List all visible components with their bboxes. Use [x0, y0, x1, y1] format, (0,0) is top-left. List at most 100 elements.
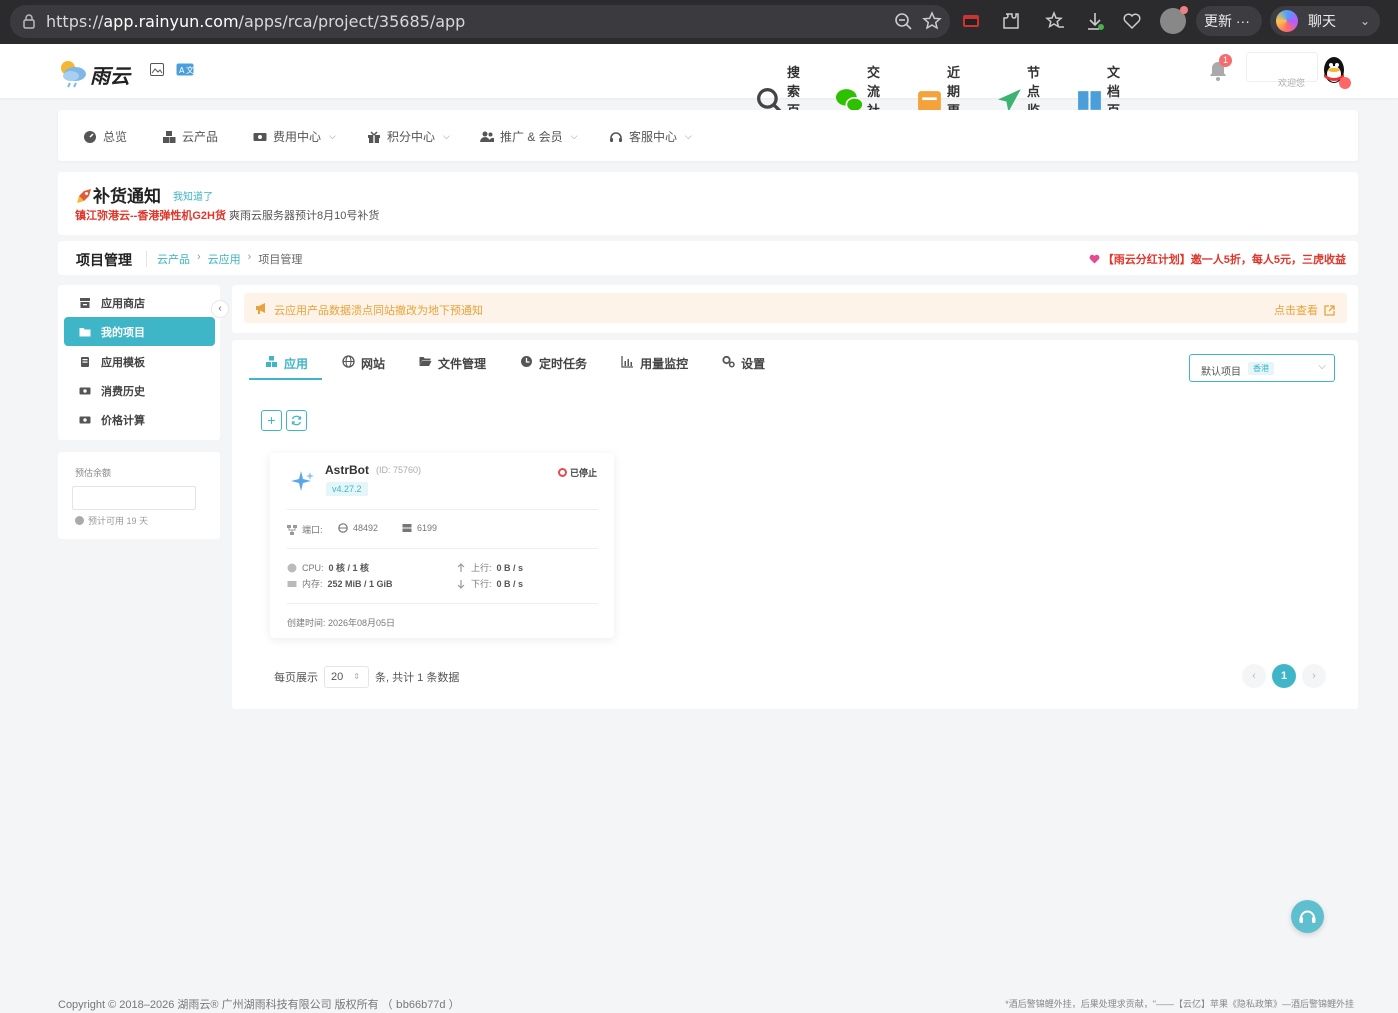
address-bar[interactable]: https://app.rainyun.com/apps/rca/project… — [10, 5, 950, 38]
menu-item-support[interactable]: 客服中心 ⌵ — [609, 128, 692, 145]
translate-icon[interactable]: A文 — [176, 63, 194, 76]
folder-open-icon — [419, 357, 432, 366]
tab-usage[interactable]: 用量监控 — [605, 350, 702, 380]
info-icon — [75, 516, 84, 525]
breadcrumb-cloud-apps[interactable]: 云应用 — [208, 251, 241, 267]
calculator-icon — [79, 416, 91, 423]
notice-text: 镇江弥港云--香港弹性机G2H货 爽雨云服务器预计8月10号补货 — [75, 210, 380, 222]
app-card[interactable]: AstrBot (ID: 75760) v4.27.2 已停止 端口: 4849… — [270, 453, 614, 638]
upload-speed: 上行: 0 B / s — [456, 561, 523, 574]
page-title: 项目管理 — [76, 252, 132, 268]
favorites-icon[interactable] — [1045, 11, 1065, 31]
sidebar-item-history[interactable]: 消费历史 — [64, 376, 215, 405]
tab-apps[interactable]: 应用 — [249, 350, 323, 380]
chevron-down-icon: ⌵ — [570, 131, 578, 141]
download-icon[interactable] — [1085, 11, 1105, 31]
network-icon — [287, 524, 297, 535]
lock-icon — [23, 14, 35, 29]
chevron-down-icon: ⌵ — [443, 131, 450, 141]
sidebar-item-price-calc[interactable]: 价格计算 — [64, 405, 215, 434]
users-icon — [480, 131, 494, 142]
zoom-icon[interactable] — [894, 12, 912, 30]
tab-settings[interactable]: 设置 — [706, 350, 779, 380]
menu-item-cloud-products[interactable]: 云产品 — [162, 128, 218, 145]
health-icon[interactable] — [1122, 11, 1142, 31]
promo-link[interactable]: 【雨云分红计划】邀一人5折，每人5元，三虎收益 — [1089, 251, 1346, 267]
weather-logo-icon — [61, 61, 86, 88]
sidebar-item-app-store[interactable]: 应用商店 — [64, 288, 215, 317]
puzzle-icon[interactable] — [1001, 11, 1021, 31]
logo-text: 雨云 — [90, 66, 130, 88]
tab-websites[interactable]: 网站 — [326, 350, 399, 380]
chat-button[interactable]: 聊天 ⌄ — [1270, 6, 1380, 36]
balance-label: 预估余额 — [75, 468, 112, 478]
tab-files[interactable]: 文件管理 — [403, 350, 500, 380]
breadcrumb-separator: › — [197, 251, 201, 263]
sidebar-item-my-projects[interactable]: 我的项目 — [64, 317, 215, 346]
welcome-text: 欢迎您 — [1278, 78, 1306, 88]
qq-avatar-icon[interactable] — [1320, 54, 1352, 90]
menu-item-overview[interactable]: 总览 — [83, 128, 127, 145]
refresh-button[interactable] — [286, 410, 307, 431]
megaphone-icon — [256, 303, 265, 314]
add-app-button[interactable]: + — [261, 410, 282, 431]
cubes-icon — [163, 130, 176, 143]
receipt-icon — [79, 387, 91, 394]
money-icon — [253, 132, 267, 141]
bookmark-star-icon[interactable] — [922, 11, 942, 31]
main-menu: 总览 云产品 费用中心 ⌵ 积分中心 ⌵ 推广 & 会员 ⌵ 客服中心 ⌵ — [58, 110, 1358, 161]
project-select[interactable]: 默认项目 香港 ⌵ — [1189, 354, 1335, 382]
menu-item-billing[interactable]: 费用中心 ⌵ — [253, 128, 336, 145]
sidebar-item-templates[interactable]: 应用模板 — [64, 347, 215, 376]
site-header: 雨云 A文 搜索百科 交流社区 近期更新 节点监控 文档百科 1 欢迎您 — [0, 44, 1398, 137]
globe-icon — [342, 355, 355, 368]
project-tabs: 应用 网站 文件管理 定时任务 用量监控 设置 — [249, 350, 783, 380]
alert-view-link[interactable]: 点击查看 — [1274, 302, 1335, 318]
cpu-usage: CPU: 0 核 / 1 核 — [287, 561, 369, 574]
breadcrumb: 云产品 › 云应用 › 项目管理 — [157, 251, 302, 267]
customer-service-button[interactable] — [1291, 900, 1324, 933]
notification-badge: 1 — [1219, 54, 1232, 67]
refresh-icon — [291, 415, 302, 426]
port-2: 6199 — [402, 523, 437, 533]
project-panel: 应用 网站 文件管理 定时任务 用量监控 设置 默认项目 香港 ⌵ + Astr… — [232, 340, 1358, 709]
prev-page-button[interactable]: ‹ — [1242, 664, 1266, 688]
logo[interactable]: 雨云 — [56, 56, 136, 88]
headset-icon — [1299, 910, 1316, 923]
chevron-icon: ⇕ — [353, 672, 360, 681]
page-size-select[interactable]: 20 ⇕ — [324, 666, 369, 688]
divider — [287, 509, 598, 510]
chevron-down-icon: ⌄ — [1359, 14, 1370, 28]
profile-avatar[interactable] — [1160, 6, 1188, 34]
restock-notice: 补货通知 我知道了 镇江弥港云--香港弹性机G2H货 爽雨云服务器预计8月10号… — [58, 172, 1358, 235]
next-page-button[interactable]: › — [1302, 664, 1326, 688]
breadcrumb-cloud-products[interactable]: 云产品 — [157, 251, 190, 267]
image-icon[interactable] — [150, 63, 164, 76]
astrbot-logo-icon — [291, 471, 314, 491]
app-id: (ID: 75760) — [376, 465, 422, 475]
dashboard-icon — [84, 130, 96, 143]
port-1: 48492 — [338, 523, 378, 533]
alert-container: 云应用产品数据溃点同站撤改为地下预通知 点击查看 — [232, 285, 1358, 333]
collapse-sidebar-button[interactable]: ‹ — [211, 300, 229, 318]
divider — [287, 603, 598, 604]
apps-icon — [266, 356, 277, 367]
alert-message: 云应用产品数据溃点同站撤改为地下预通知 — [274, 305, 483, 317]
update-button[interactable]: 更新 ··· — [1196, 6, 1262, 36]
url-text: https://app.rainyun.com/apps/rca/project… — [46, 12, 466, 31]
copilot-icon — [1276, 10, 1298, 32]
page-1-button[interactable]: 1 — [1272, 664, 1296, 688]
divider — [146, 251, 147, 267]
tab-cron[interactable]: 定时任务 — [504, 350, 601, 380]
extension-icon[interactable] — [961, 11, 981, 31]
menu-item-promotion[interactable]: 推广 & 会员 ⌵ — [480, 128, 578, 145]
headset-icon — [610, 131, 622, 142]
footer-copyright: Copyright © 2018–2026 湖雨云® 广州湖雨科技有限公司 版权… — [58, 999, 460, 1011]
created-time: 创建时间: 2026年08月05日 — [287, 618, 396, 628]
server-icon — [402, 524, 412, 532]
notice-title: 补货通知 — [76, 182, 161, 207]
dismiss-notice-link[interactable]: 我知道了 — [173, 188, 213, 203]
arrow-up-icon — [457, 562, 465, 572]
menu-item-points[interactable]: 积分中心 ⌵ — [367, 128, 450, 145]
notification-bell[interactable]: 1 — [1208, 54, 1232, 82]
